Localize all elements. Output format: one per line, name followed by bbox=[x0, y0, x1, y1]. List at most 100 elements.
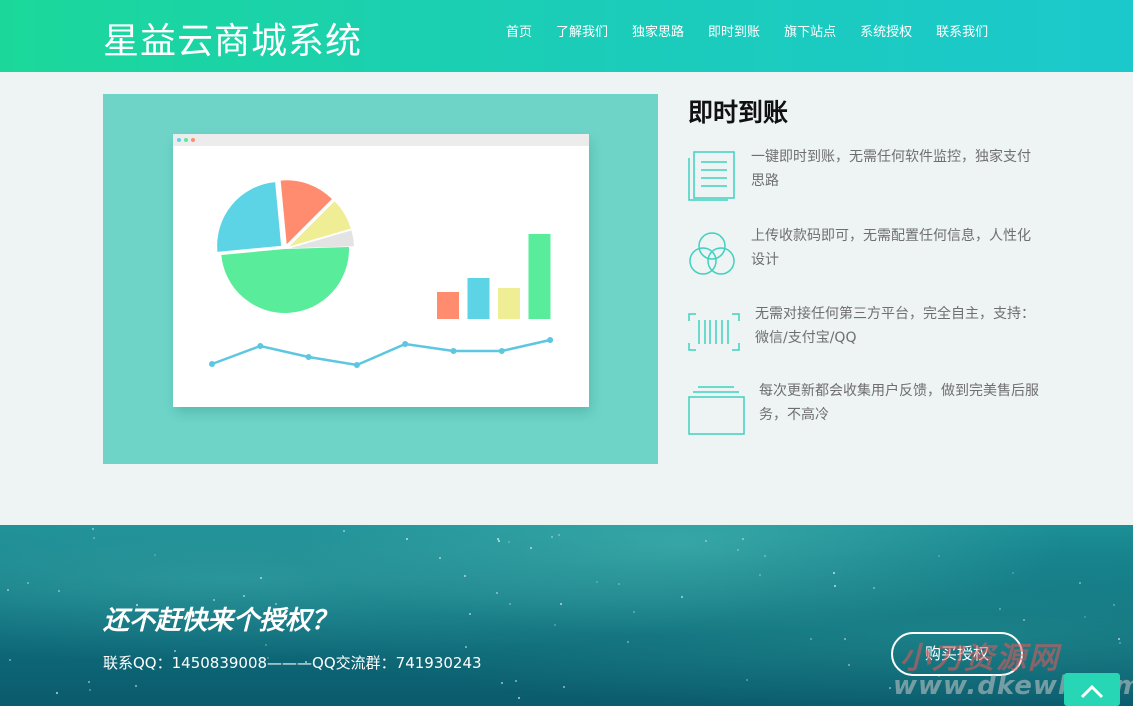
star-dot bbox=[501, 682, 503, 684]
star-dot bbox=[834, 585, 836, 587]
nav-contact[interactable]: 联系我们 bbox=[924, 24, 1000, 42]
line-point bbox=[353, 362, 360, 368]
star-dot bbox=[1079, 582, 1081, 584]
line-point bbox=[450, 348, 457, 354]
chevron-up-icon bbox=[1080, 684, 1104, 699]
buy-license-button[interactable]: 购买授权 bbox=[891, 632, 1023, 676]
brand-title[interactable]: 星益云商城系统 bbox=[103, 12, 362, 64]
contact-info: 联系QQ：1450839008———QQ交流群：741930243 bbox=[103, 654, 482, 672]
star-dot bbox=[633, 611, 635, 613]
star-dot bbox=[93, 537, 95, 539]
line-point bbox=[257, 343, 264, 349]
star-dot bbox=[7, 589, 9, 591]
star-dot bbox=[465, 646, 467, 648]
star-dot bbox=[554, 624, 556, 626]
star-dot bbox=[497, 538, 499, 540]
browser-titlebar bbox=[173, 134, 589, 146]
star-dot bbox=[518, 697, 520, 699]
star-dot bbox=[58, 590, 60, 592]
star-dot bbox=[1084, 616, 1086, 618]
star-dot bbox=[759, 574, 761, 576]
star-dot bbox=[938, 555, 940, 557]
line-point bbox=[498, 348, 505, 354]
star-dot bbox=[1113, 604, 1115, 606]
star-dot bbox=[681, 596, 683, 598]
feature-title: 即时到账 bbox=[688, 98, 789, 127]
feature-text: 无需对接任何第三方平台，完全自主，支持：微信/支付宝/QQ bbox=[755, 306, 1035, 346]
star-dot bbox=[873, 587, 875, 589]
star-dot bbox=[154, 554, 156, 556]
star-dot bbox=[764, 555, 766, 557]
star-dot bbox=[1119, 642, 1121, 644]
star-dot bbox=[889, 687, 891, 689]
back-to-top-button[interactable] bbox=[1064, 673, 1120, 706]
nav-ideas[interactable]: 独家思路 bbox=[620, 24, 696, 42]
star-dot bbox=[1012, 572, 1014, 574]
main-nav: 首页 了解我们 独家思路 即时到账 旗下站点 系统授权 联系我们 bbox=[494, 24, 1000, 42]
bar bbox=[467, 278, 490, 319]
star-dot bbox=[135, 685, 137, 687]
bar bbox=[528, 234, 551, 319]
line-point bbox=[305, 354, 312, 360]
star-dot bbox=[627, 641, 629, 643]
nav-home[interactable]: 首页 bbox=[494, 24, 544, 42]
star-dot bbox=[406, 538, 408, 540]
star-dot bbox=[560, 603, 562, 605]
star-dot bbox=[496, 592, 498, 594]
star-dot bbox=[833, 572, 835, 574]
window-dot-icon bbox=[177, 138, 181, 142]
star-dot bbox=[558, 534, 560, 536]
feature-text: 上传收款码即可，无需配置任何信息，人性化设计 bbox=[751, 228, 1031, 268]
star-dot bbox=[530, 547, 532, 549]
star-dot bbox=[469, 613, 471, 615]
star-dot bbox=[551, 536, 553, 538]
stack-icon bbox=[688, 386, 745, 435]
nav-license[interactable]: 系统授权 bbox=[848, 24, 924, 42]
star-dot bbox=[265, 644, 267, 646]
star-dot bbox=[508, 541, 510, 543]
line-point bbox=[547, 337, 554, 343]
star-dot bbox=[737, 549, 739, 551]
star-dot bbox=[92, 528, 94, 530]
star-dot bbox=[563, 686, 565, 688]
nav-about[interactable]: 了解我们 bbox=[544, 24, 620, 42]
star-dot bbox=[464, 575, 466, 577]
bar bbox=[437, 292, 459, 319]
feature-text: 每次更新都会收集用户反馈，做到完美售后服务，不高冷 bbox=[759, 383, 1039, 423]
star-dot bbox=[810, 638, 812, 640]
star-dot bbox=[746, 679, 748, 681]
site-header: 星益云商城系统 首页 了解我们 独家思路 即时到账 旗下站点 系统授权 联系我们 bbox=[0, 0, 1133, 72]
line-point bbox=[402, 341, 409, 347]
star-dot bbox=[9, 659, 11, 661]
star-dot bbox=[498, 540, 500, 542]
nav-sites[interactable]: 旗下站点 bbox=[772, 24, 848, 42]
nav-instant[interactable]: 即时到账 bbox=[696, 24, 772, 42]
dashboard-illustration bbox=[103, 94, 658, 464]
star-dot bbox=[1118, 638, 1120, 640]
star-dot bbox=[705, 540, 707, 542]
document-list-icon bbox=[688, 151, 735, 201]
line-point bbox=[209, 361, 215, 367]
star-dot bbox=[439, 557, 441, 559]
bar bbox=[498, 288, 520, 319]
star-dot bbox=[999, 608, 1001, 610]
star-dot bbox=[742, 538, 744, 540]
window-dot-icon bbox=[191, 138, 195, 142]
star-dot bbox=[343, 530, 345, 532]
star-dot bbox=[848, 664, 850, 666]
window-dot-icon bbox=[184, 138, 188, 142]
feature-text: 一键即时到账，无需任何软件监控，独家支付思路 bbox=[751, 149, 1031, 189]
illustration-svg bbox=[173, 134, 589, 407]
star-dot bbox=[618, 583, 620, 585]
barcode-icon bbox=[688, 313, 740, 351]
circles-icon bbox=[689, 232, 735, 275]
star-dot bbox=[88, 681, 90, 683]
cta-title: 还不赶快来个授权？ bbox=[103, 606, 338, 636]
star-dot bbox=[515, 680, 517, 682]
star-dot bbox=[1023, 619, 1025, 621]
cta-banner: 还不赶快来个授权？ 联系QQ：1450839008———QQ交流群：741930… bbox=[0, 525, 1133, 706]
star-dot bbox=[89, 689, 91, 691]
star-dot bbox=[844, 638, 846, 640]
star-dot bbox=[56, 692, 58, 694]
star-dot bbox=[596, 581, 598, 583]
